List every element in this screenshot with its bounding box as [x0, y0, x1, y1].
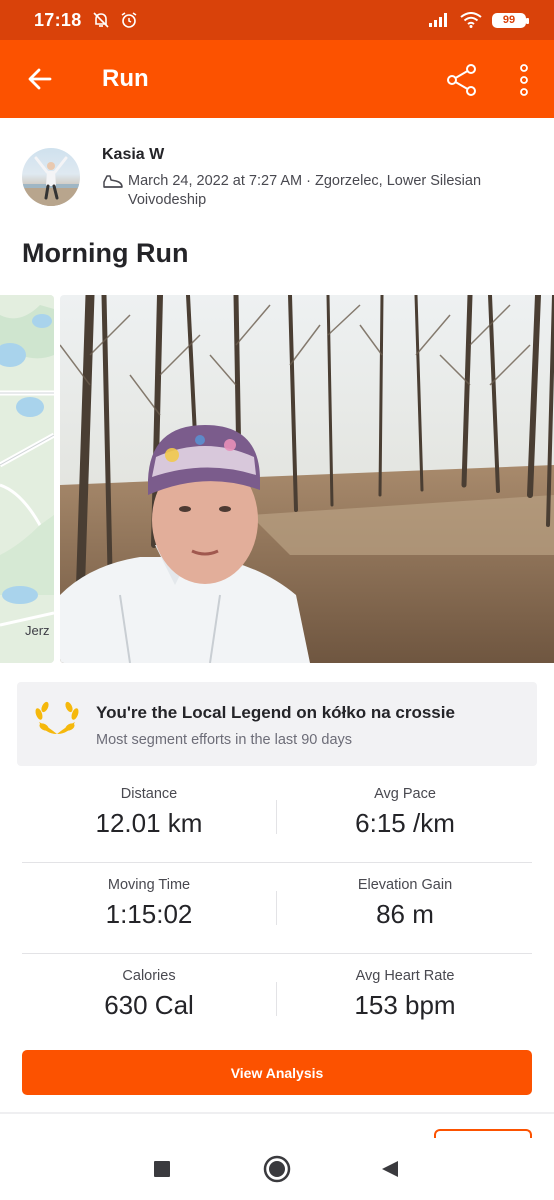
stat-calories: Calories 630 Cal: [22, 954, 276, 1045]
more-options-button[interactable]: [506, 60, 542, 100]
alarm-icon: [121, 12, 136, 28]
stat-value: 1:15:02: [105, 899, 193, 929]
home-circle-icon: [263, 1155, 291, 1183]
activity-photo[interactable]: [60, 295, 554, 663]
recents-button[interactable]: [142, 1152, 182, 1186]
stats-row: Distance 12.01 km Avg Pace 6:15 /km: [22, 772, 532, 863]
view-analysis-button[interactable]: View Analysis: [22, 1050, 532, 1095]
stat-value: 6:15 /km: [355, 808, 455, 838]
section-divider: [0, 1112, 554, 1114]
laurel-icon: [35, 701, 79, 734]
back-triangle-icon: [382, 1161, 398, 1177]
stat-label: Avg Pace: [374, 786, 436, 802]
stat-label: Distance: [120, 786, 178, 802]
avatar[interactable]: [22, 148, 80, 206]
stat-label: Calories: [122, 968, 176, 984]
stats-row: Moving Time 1:15:02 Elevation Gain 86 m: [22, 863, 532, 954]
divider: [276, 800, 277, 834]
stat-label: Elevation Gain: [357, 877, 453, 893]
stat-label: Moving Time: [107, 877, 191, 893]
activity-date-location: March 24, 2022 at 7:27 AM · Zgorzelec, L…: [128, 173, 482, 208]
stat-value: 86 m: [376, 899, 434, 929]
status-time: 17:18: [34, 9, 82, 30]
share-button[interactable]: [440, 60, 484, 100]
stat-moving-time: Moving Time 1:15:02: [22, 863, 276, 954]
bell-off-icon: [92, 12, 109, 28]
local-legend-card[interactable]: You're the Local Legend on kółko na cros…: [17, 682, 537, 766]
back-button[interactable]: [0, 40, 80, 118]
app-bar-title: Run: [102, 65, 149, 92]
stat-avg-pace: Avg Pace 6:15 /km: [278, 772, 532, 863]
activity-meta: March 24, 2022 at 7:27 AM · Zgorzelec, L…: [102, 172, 522, 210]
local-legend-title: You're the Local Legend on kółko na cros…: [96, 703, 455, 722]
stat-label: Avg Heart Rate: [355, 968, 455, 984]
activity-title: Morning Run: [22, 238, 189, 268]
arrow-left-icon: [28, 68, 52, 90]
battery-level: 99: [502, 14, 516, 26]
stat-distance: Distance 12.01 km: [22, 772, 276, 863]
shoe-icon: [103, 175, 123, 188]
athlete-header: Kasia W March 24, 2022 at 7:27 AM · Zgor…: [22, 146, 532, 216]
battery-icon: 99: [492, 12, 529, 28]
stat-value: 630 Cal: [104, 990, 194, 1020]
more-vertical-icon: [520, 64, 528, 96]
map-label: Jerz: [25, 623, 50, 638]
stats-grid: Distance 12.01 km Avg Pace 6:15 /km Movi…: [22, 772, 532, 1045]
route-map[interactable]: Jerz: [0, 295, 54, 663]
stat-value: 153 bpm: [354, 990, 456, 1020]
athlete-name[interactable]: Kasia W: [102, 146, 164, 164]
wifi-icon: [460, 12, 482, 28]
stat-elevation-gain: Elevation Gain 86 m: [278, 863, 532, 954]
stats-row: Calories 630 Cal Avg Heart Rate 153 bpm: [22, 954, 532, 1045]
divider: [276, 891, 277, 925]
share-icon: [447, 64, 476, 96]
signal-icon: [429, 13, 447, 27]
back-nav-button[interactable]: [370, 1152, 410, 1186]
app-bar: Run: [0, 40, 554, 118]
status-bar: 17:18 99: [0, 0, 554, 40]
stat-value: 12.01 km: [95, 808, 203, 838]
divider: [276, 982, 277, 1016]
home-button[interactable]: [257, 1152, 297, 1186]
local-legend-subtitle: Most segment efforts in the last 90 days: [96, 732, 353, 748]
system-nav-bar: [0, 1138, 554, 1200]
stat-avg-heart-rate: Avg Heart Rate 153 bpm: [278, 954, 532, 1045]
recents-square-icon: [154, 1161, 170, 1177]
activity-screen: 17:18 99 Run Kasia W March 24, 2022 at 7…: [0, 0, 554, 1200]
